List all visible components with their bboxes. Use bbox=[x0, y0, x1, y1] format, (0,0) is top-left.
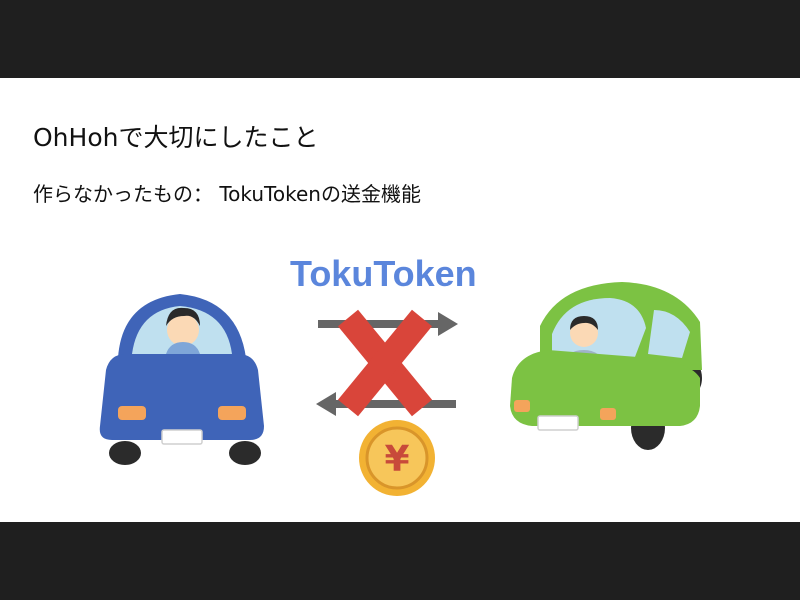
red-cross-icon bbox=[337, 309, 433, 417]
letterbox-top bbox=[0, 0, 800, 78]
blue-car-driver-icon bbox=[99, 294, 264, 465]
presentation-viewer: OhHohで大切にしたこと 作らなかったもの： TokuTokenの送金機能 T… bbox=[0, 0, 800, 600]
green-car-driver-icon bbox=[510, 282, 702, 450]
illustration: ¥ bbox=[99, 282, 702, 496]
letterbox-bottom bbox=[0, 522, 800, 600]
coin-symbol: ¥ bbox=[384, 439, 409, 480]
slide: OhHohで大切にしたこと 作らなかったもの： TokuTokenの送金機能 T… bbox=[0, 78, 800, 522]
yen-coin-icon: ¥ bbox=[359, 420, 435, 496]
